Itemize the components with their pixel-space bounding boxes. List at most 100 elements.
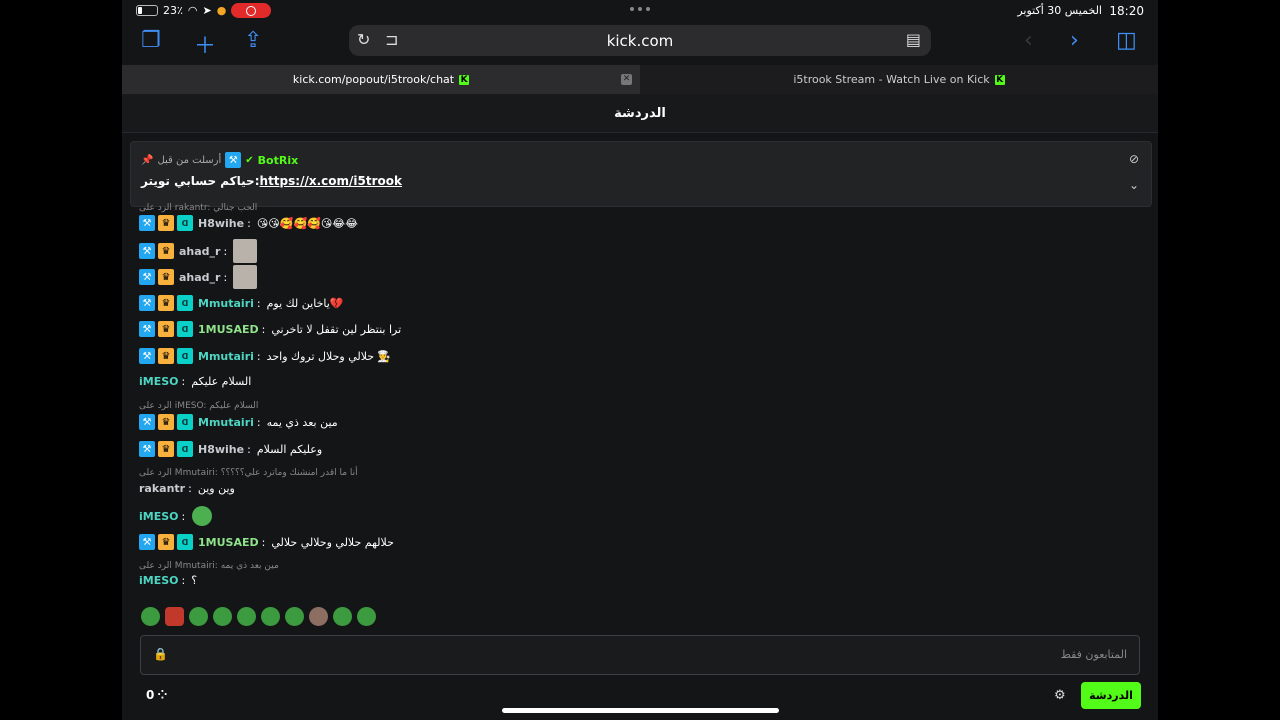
- chat-header: الدردشة: [122, 94, 1158, 133]
- moderator-badge-icon: ⚒: [139, 321, 155, 337]
- back-icon[interactable]: ‹: [1024, 28, 1033, 53]
- send-chat-button[interactable]: الدردشة: [1081, 682, 1141, 709]
- tab-label: i5trook Stream - Watch Live on Kick: [793, 73, 990, 86]
- emote-icon[interactable]: [285, 607, 304, 626]
- sub-badge-icon: ᗡ: [177, 295, 193, 311]
- screen-recording-icon[interactable]: [231, 3, 272, 18]
- sub-badge-icon: ᗡ: [177, 534, 193, 550]
- angry-emote-icon[interactable]: [165, 607, 184, 626]
- browser-tabs: kick.com/popout/i5trook/chat K ✕ i5trook…: [122, 65, 1158, 94]
- emote-icon[interactable]: [141, 607, 160, 626]
- sub-badge-icon: ᗡ: [177, 348, 193, 364]
- home-indicator[interactable]: [502, 708, 779, 713]
- emote-icon[interactable]: [237, 607, 256, 626]
- username[interactable]: iMESO: [139, 574, 179, 587]
- viewer-count-value: 0: [146, 688, 155, 702]
- chat-message: iMESO: السلام عليكم: [139, 375, 252, 388]
- moderator-badge-icon: ⚒: [139, 414, 155, 430]
- username[interactable]: H8wihe: [198, 443, 244, 456]
- vip-crown-icon: ♛: [158, 414, 174, 430]
- chat-message: iMESO:: [139, 506, 213, 526]
- message-text: مين بعد ذي يمه: [266, 415, 338, 429]
- username[interactable]: iMESO: [139, 510, 179, 523]
- status-time: 18:20: [1109, 4, 1144, 18]
- kick-logo-icon: K: [994, 74, 1005, 85]
- username[interactable]: Mmutairi: [198, 297, 254, 310]
- vip-crown-icon: ♛: [158, 295, 174, 311]
- share-icon[interactable]: ⇪: [244, 28, 262, 53]
- vip-crown-icon: ♛: [158, 534, 174, 550]
- chat-message: ⚒ ♛ ahad_r:: [139, 239, 258, 263]
- viewer-count[interactable]: 0 ⁘: [146, 688, 167, 702]
- sub-badge-icon: ᗡ: [177, 441, 193, 457]
- battery-icon: [136, 5, 158, 16]
- username[interactable]: iMESO: [139, 375, 179, 388]
- reply-context: الرد على Mmutairi: مين بعد ذي يمه: [139, 561, 279, 571]
- message-text: وين وين: [197, 482, 235, 495]
- new-tab-icon[interactable]: ＋: [194, 28, 216, 60]
- tab-label: kick.com/popout/i5trook/chat: [292, 73, 455, 86]
- pinned-meta: 📌 أرسلت من قبل ⚒ ✔ BotRix: [141, 152, 298, 168]
- username[interactable]: 1MUSAED: [198, 536, 259, 549]
- reply-context: الرد على Mmutairi: أنا ما اقدر امنشنك وم…: [139, 468, 358, 478]
- moderator-badge-icon: ⚒: [139, 295, 155, 311]
- moderator-badge-icon: ⚒: [139, 269, 155, 285]
- moderator-badge-icon: ⚒: [139, 348, 155, 364]
- message-text: السلام عليكم: [191, 375, 252, 388]
- moderator-badge-icon: ⚒: [139, 441, 155, 457]
- pinned-body: حياكم حسابي تويتر:: [141, 174, 260, 188]
- message-text: ياخاين لك يوم💔: [266, 296, 344, 310]
- emote-icon[interactable]: [213, 607, 232, 626]
- message-text: ؟: [191, 574, 198, 587]
- wifi-icon: ◠: [187, 4, 198, 17]
- pinned-link[interactable]: https://x.com/i5trook: [260, 174, 402, 188]
- chef-hat-emoji-icon: 👨‍🍳: [377, 349, 391, 363]
- emote-icon[interactable]: [333, 607, 352, 626]
- pinned-text: حياكم حسابي تويتر:https://x.com/i5trook: [141, 174, 402, 188]
- moderator-badge-icon: ⚒: [225, 152, 242, 168]
- image-emote: [233, 265, 258, 289]
- pinned-message[interactable]: 📌 أرسلت من قبل ⚒ ✔ BotRix حياكم حسابي تو…: [130, 141, 1152, 207]
- chevron-down-icon[interactable]: ⌄: [1129, 178, 1139, 192]
- emote-icon[interactable]: [261, 607, 280, 626]
- username[interactable]: Mmutairi: [198, 416, 254, 429]
- address-bar[interactable]: ↻ ⊐ kick.com ▤: [349, 25, 931, 56]
- chat-message: ⚒ ♛ ᗡ 1MUSAED: حلالهم حلالي وحلالي حلالي: [139, 534, 394, 550]
- gear-icon[interactable]: ⚙: [1054, 688, 1066, 703]
- browser-toolbar: ❐ ＋ ⇪ ↻ ⊐ kick.com ▤ ‹ › ◫: [0, 22, 1280, 62]
- pin-icon: 📌: [141, 154, 154, 166]
- chat-title: الدردشة: [614, 106, 666, 121]
- username[interactable]: ahad_r: [179, 245, 220, 258]
- tab-chat[interactable]: kick.com/popout/i5trook/chat K ✕: [122, 65, 640, 94]
- message-text: حلالهم حلالي وحلالي حلالي: [271, 535, 394, 549]
- username[interactable]: Mmutairi: [198, 350, 254, 363]
- message-text: حلالي وحلال تروك واحد: [266, 349, 375, 363]
- emote-icon[interactable]: [189, 607, 208, 626]
- moderator-badge-icon: ⚒: [139, 534, 155, 550]
- status-left: 23٪ ◠ ➤ ●: [136, 3, 272, 18]
- tab-stream[interactable]: i5trook Stream - Watch Live on Kick K: [640, 65, 1158, 94]
- message-text: وعليكم السلام: [256, 442, 323, 456]
- username[interactable]: ahad_r: [179, 271, 220, 284]
- emote-icon[interactable]: [309, 607, 328, 626]
- username[interactable]: H8wihe: [198, 217, 244, 230]
- vip-crown-icon: ♛: [158, 348, 174, 364]
- sidebar-icon[interactable]: ◫: [1116, 28, 1137, 53]
- close-tab-icon[interactable]: ✕: [621, 74, 632, 85]
- vip-crown-icon: ♛: [158, 243, 174, 259]
- username[interactable]: 1MUSAED: [198, 323, 259, 336]
- multitask-dots-icon[interactable]: [630, 7, 650, 11]
- emote-icon[interactable]: [357, 607, 376, 626]
- chat-input[interactable]: 🔒 المتابعون فقط: [140, 635, 1140, 675]
- message-text: 😘😘🥰🥰🥰😘😂😂: [256, 216, 359, 230]
- quick-emote-bar: [141, 607, 376, 626]
- username[interactable]: rakantr: [139, 482, 185, 495]
- forward-icon[interactable]: ›: [1070, 28, 1079, 53]
- pinned-user[interactable]: BotRix: [258, 154, 299, 167]
- page-menu-icon[interactable]: ▤: [906, 30, 921, 49]
- vip-crown-icon: ♛: [158, 269, 174, 285]
- hide-eye-icon[interactable]: ⊘: [1129, 152, 1139, 166]
- tabs-overview-icon[interactable]: ❐: [141, 28, 161, 53]
- lock-icon: 🔒: [153, 647, 168, 661]
- moderator-badge-icon: ⚒: [139, 215, 155, 231]
